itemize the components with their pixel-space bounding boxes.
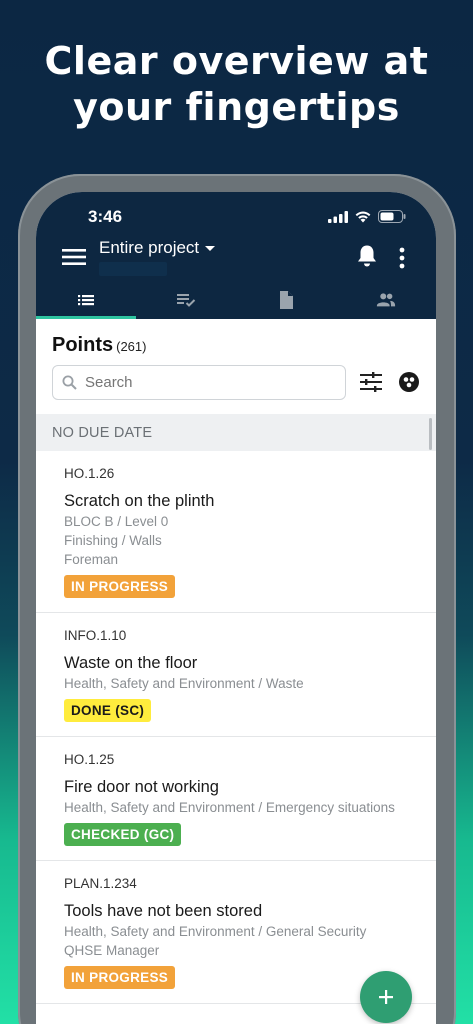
scrollbar[interactable] [429, 418, 432, 450]
point-item[interactable]: INFO.1.10 Waste on the floor Health, Safet… [36, 613, 436, 737]
point-meta: Foreman [64, 552, 119, 567]
promo-headline: Clear overview at your fingertips [0, 38, 473, 130]
point-title: Waste on the floor [64, 654, 198, 672]
search-box[interactable] [52, 365, 346, 400]
point-meta: Health, Safety and Environment / Waste [64, 676, 304, 691]
project-subtitle-placeholder [99, 262, 167, 276]
point-code: HO.1.25 [64, 752, 115, 767]
points-heading: Points (261) [52, 334, 146, 357]
list-icon [78, 294, 94, 305]
points-count: (261) [116, 339, 147, 354]
battery-icon [378, 210, 406, 223]
phone-screen: 3:46 Entire project Points (261) Search … [36, 192, 436, 1024]
point-code: HO.1.26 [64, 466, 115, 481]
point-item[interactable]: HO.1.25 Fire door not working Health, Safe… [36, 737, 436, 861]
promo-line-2: your fingertips [73, 85, 400, 129]
wifi-icon [355, 211, 371, 223]
signal-icon [328, 210, 348, 223]
people-icon [376, 292, 396, 306]
more-vert-icon[interactable] [396, 247, 408, 269]
tab-bar [36, 280, 436, 319]
point-item[interactable]: HO.1.26 Scratch on the plinth BLOC B / Lev… [36, 451, 436, 613]
add-point-button[interactable] [360, 971, 412, 1023]
status-time: 3:46 [88, 207, 123, 226]
promo-line-1: Clear overview at [44, 39, 429, 83]
point-meta: Health, Safety and Environment / General… [64, 924, 367, 939]
menu-icon[interactable] [62, 248, 86, 266]
bell-icon[interactable] [356, 244, 378, 268]
plus-icon [379, 990, 393, 1004]
status-badge: IN PROGRESS [64, 575, 176, 598]
point-title: Tools have not been stored [64, 902, 263, 920]
point-meta: Finishing / Walls [64, 533, 162, 548]
project-title: Entire project [99, 238, 200, 257]
point-code: PLAN.1.234 [64, 876, 137, 891]
app-bar: Entire project [36, 230, 436, 280]
points-title: Points [52, 334, 114, 356]
search-input[interactable] [85, 374, 325, 391]
top-bar: 3:46 Entire project [36, 192, 436, 319]
document-icon [280, 290, 293, 309]
tab-checklists[interactable] [136, 280, 236, 319]
point-meta: BLOC B / Level 0 [64, 514, 169, 529]
status-icons [328, 210, 406, 223]
tab-points-list[interactable] [36, 280, 136, 319]
status-badge: DONE (SC) [64, 699, 152, 722]
tab-documents[interactable] [236, 280, 336, 319]
checklist-icon [177, 293, 196, 307]
point-meta: Health, Safety and Environment / Emergen… [64, 800, 395, 815]
search-icon [62, 375, 77, 390]
tab-people[interactable] [336, 280, 436, 319]
point-meta: QHSE Manager [64, 943, 160, 958]
status-badge: CHECKED (GC) [64, 823, 182, 846]
points-list: HO.1.26 Scratch on the plinth BLOC B / Lev… [36, 451, 436, 1004]
point-title: Fire door not working [64, 778, 219, 796]
point-code: INFO.1.10 [64, 628, 127, 643]
status-badge: IN PROGRESS [64, 966, 176, 989]
status-bar: 3:46 [36, 206, 436, 230]
filter-icon[interactable] [360, 372, 382, 392]
section-header: NO DUE DATE [36, 414, 436, 451]
caret-down-icon [205, 246, 216, 251]
point-title: Scratch on the plinth [64, 492, 215, 510]
project-selector[interactable]: Entire project [99, 238, 217, 258]
group-icon[interactable] [398, 371, 420, 393]
